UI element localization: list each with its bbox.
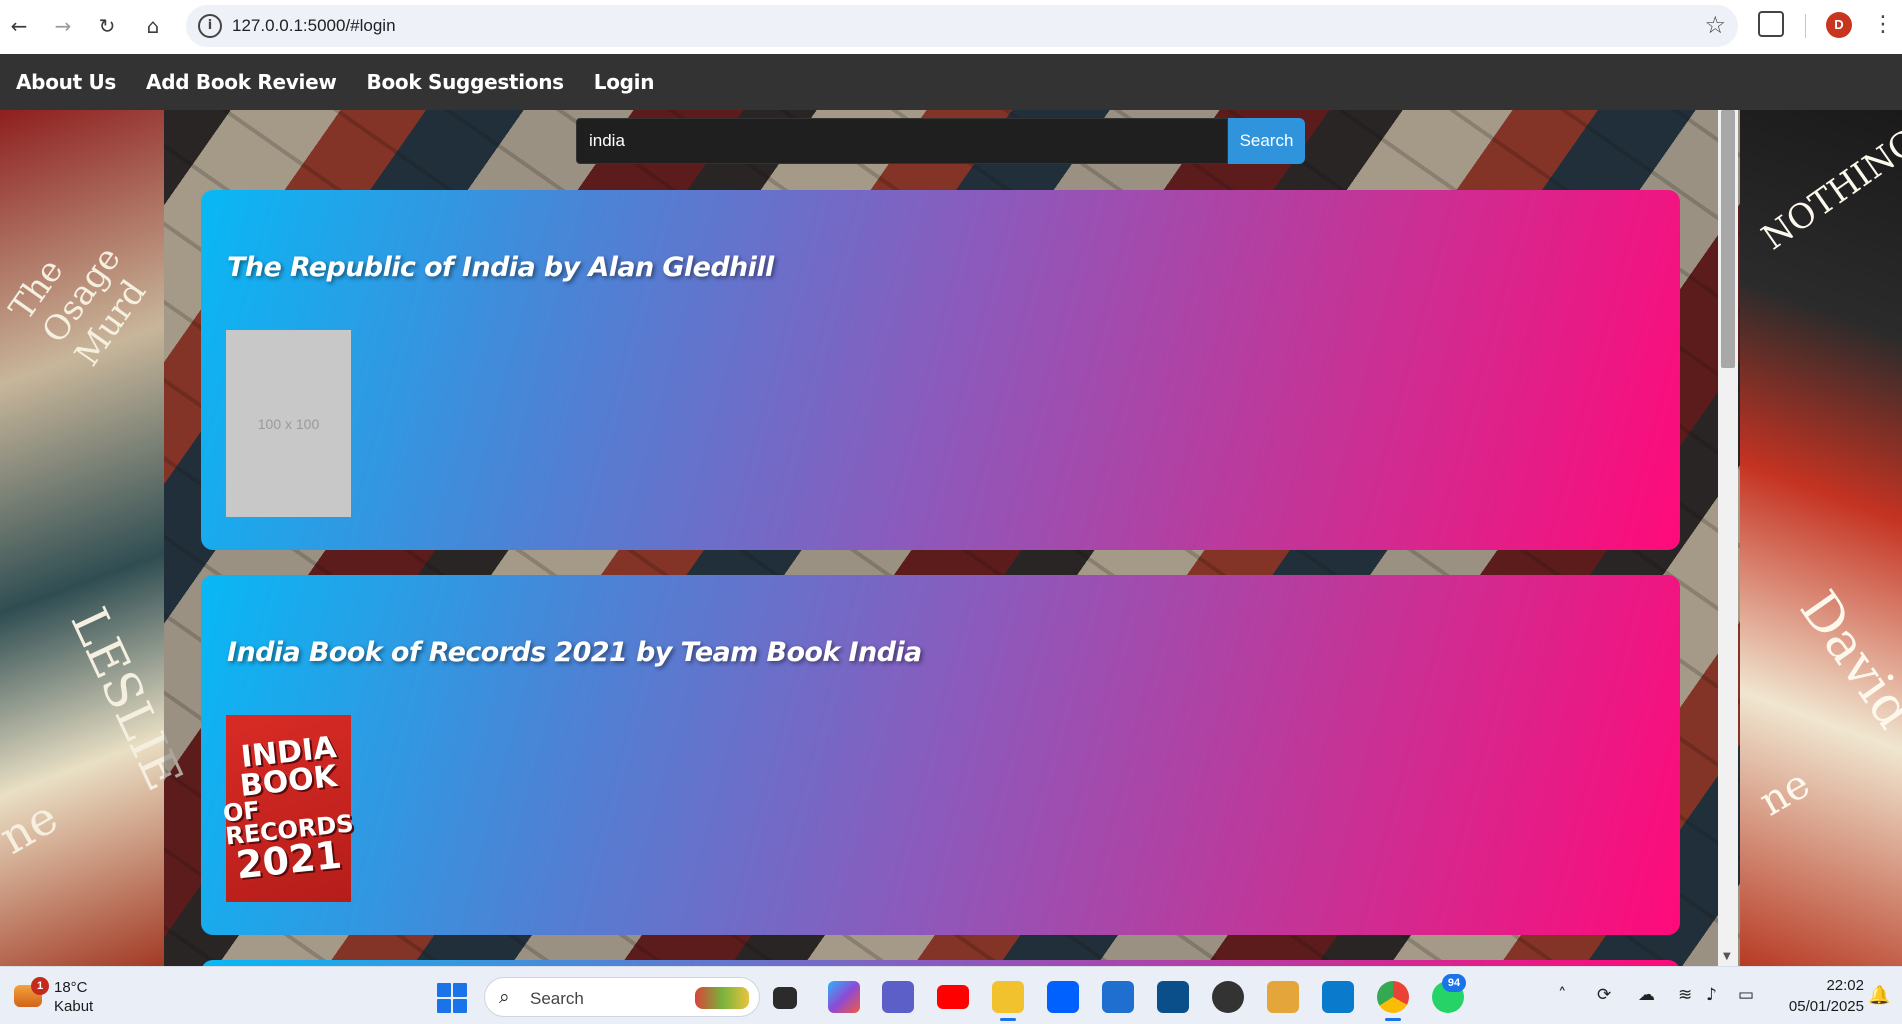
system-clock[interactable]: 22:02 05/01/2025: [1774, 975, 1864, 1017]
weather-condition: Kabut: [54, 998, 94, 1015]
profile-avatar[interactable]: D: [1826, 12, 1852, 38]
back-icon[interactable]: ←: [2, 9, 36, 43]
dropbox-icon[interactable]: [1047, 981, 1079, 1013]
volume-icon[interactable]: ♪: [1706, 985, 1717, 1005]
teams-icon[interactable]: [882, 981, 914, 1013]
page-content: The Osage Murd LESLIE ne NOTHING David n…: [0, 110, 1902, 966]
wifi-icon[interactable]: ≋: [1678, 985, 1692, 1005]
tray-chevron-icon[interactable]: ˄: [1558, 985, 1567, 1005]
home-icon[interactable]: ⌂: [136, 9, 170, 43]
scroll-down-arrow-icon[interactable]: ▼: [1723, 951, 1731, 962]
clock-date: 05/01/2025: [1788, 998, 1864, 1015]
search-input[interactable]: [576, 118, 1228, 164]
windows-taskbar: 1 18°C Kabut ⌕ Search 94 ˄ ⟳ ☁ ≋ ♪ ▭ 22:…: [0, 966, 1902, 1024]
toolbar-divider: [1805, 14, 1806, 38]
search-icon: ⌕: [499, 986, 510, 1008]
forward-icon[interactable]: →: [46, 9, 80, 43]
search-button[interactable]: Search: [1228, 118, 1305, 164]
microsoft-store-icon[interactable]: [1102, 981, 1134, 1013]
bg-cover-text: ne: [1751, 760, 1818, 826]
nav-book-suggestions[interactable]: Book Suggestions: [367, 70, 565, 94]
background-books-left: The Osage Murd LESLIE ne: [0, 110, 194, 966]
site-info-icon[interactable]: i: [198, 14, 222, 38]
result-title[interactable]: India Book of Records 2021 by Team Book …: [227, 637, 922, 668]
bg-cover-text: The Osage Murd: [1, 239, 155, 374]
sync-icon[interactable]: ⟳: [1597, 985, 1611, 1005]
reload-icon[interactable]: ↻: [90, 9, 124, 43]
extensions-icon[interactable]: [1758, 11, 1784, 37]
nav-login[interactable]: Login: [594, 70, 655, 94]
vscode-icon[interactable]: [1322, 981, 1354, 1013]
browser-menu-icon[interactable]: ⋮: [1872, 10, 1894, 40]
windows-start-icon[interactable]: [437, 983, 467, 1013]
bookmark-star-icon[interactable]: ☆: [1704, 11, 1726, 39]
page-scrollbar[interactable]: ▼: [1718, 110, 1738, 966]
file-explorer-icon[interactable]: [992, 981, 1024, 1021]
cover-text: 2021: [233, 832, 344, 888]
battery-icon[interactable]: ▭: [1738, 985, 1754, 1005]
whatsapp-badge: 94: [1442, 974, 1466, 992]
chrome-icon[interactable]: [1377, 981, 1409, 1021]
notification-bell-icon[interactable]: 🔔: [1868, 985, 1890, 1006]
address-url[interactable]: 127.0.0.1:5000/#login: [232, 16, 396, 36]
background-books-right: NOTHING David ne: [1740, 110, 1902, 966]
book-cover-placeholder: 100 x 100: [226, 330, 351, 517]
taskbar-search-label: Search: [530, 989, 584, 1008]
bg-cover-text: David: [1787, 580, 1902, 740]
result-card[interactable]: The Republic of India by Alan Gledhill 1…: [201, 190, 1680, 550]
search-highlight-icon: [695, 987, 749, 1009]
book-cover-image: INDIA BOOK OF RECORDS 2021: [222, 715, 355, 902]
nav-add-book-review[interactable]: Add Book Review: [146, 70, 337, 94]
address-bar[interactable]: i 127.0.0.1:5000/#login ☆: [186, 5, 1738, 47]
weather-widget[interactable]: 1 18°C Kabut: [14, 977, 134, 1017]
nav-about-us[interactable]: About Us: [16, 70, 116, 94]
browser-chrome: ← → ↻ ⌂ i 127.0.0.1:5000/#login ☆ D ⋮: [0, 0, 1902, 54]
weather-temp: 18°C: [54, 979, 88, 996]
youtube-icon[interactable]: [937, 985, 969, 1009]
wordpress-icon[interactable]: [1212, 981, 1244, 1013]
bg-cover-text: NOTHING: [1754, 121, 1902, 259]
app-icon[interactable]: [1157, 981, 1189, 1013]
scrollbar-thumb[interactable]: [1721, 110, 1735, 368]
result-card[interactable]: India Book of Records 2021 by Team Book …: [201, 575, 1680, 935]
site-navigation: About Us Add Book Review Book Suggestion…: [0, 54, 1902, 110]
result-title[interactable]: The Republic of India by Alan Gledhill: [227, 252, 774, 283]
bg-cover-text: ne: [0, 789, 67, 865]
app-icon[interactable]: [1267, 981, 1299, 1013]
task-view-icon[interactable]: [773, 987, 797, 1009]
weather-alert-badge: 1: [31, 977, 49, 995]
cloud-icon[interactable]: ☁: [1638, 985, 1655, 1005]
taskbar-search[interactable]: ⌕ Search: [484, 977, 760, 1017]
copilot-icon[interactable]: [828, 981, 860, 1013]
clock-time: 22:02: [1826, 977, 1864, 994]
